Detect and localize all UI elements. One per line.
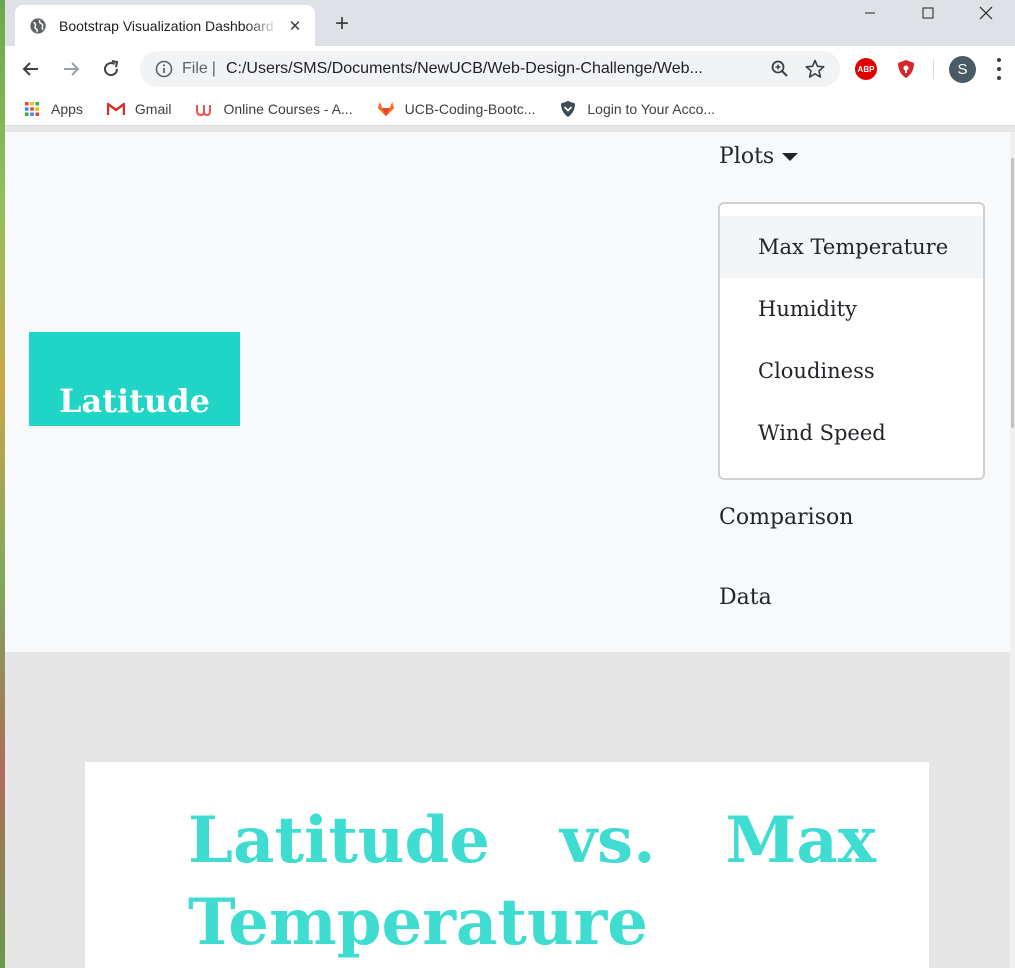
maximize-icon — [922, 7, 934, 19]
close-icon — [979, 6, 993, 20]
page-viewport: Latitude Plots Max Temperature Humidity … — [5, 132, 1015, 968]
page-title: Latitude vs. Max Temperature — [188, 803, 876, 960]
bookmark-label: Gmail — [134, 100, 172, 117]
bookmark-label: Online Courses - A... — [223, 100, 353, 117]
info-icon[interactable] — [154, 59, 174, 79]
maximize-button[interactable] — [899, 0, 957, 26]
arrow-left-icon — [22, 62, 38, 76]
navbar-brand[interactable]: Latitude — [29, 332, 240, 426]
toolbar-separator — [933, 59, 934, 79]
reload-button[interactable] — [97, 55, 125, 83]
bookmarks-bar: Apps Gmail Online Courses - A... UCB-Cod… — [5, 92, 1015, 126]
dropdown-item-max-temperature[interactable]: Max Temperature — [720, 216, 983, 278]
profile-avatar[interactable]: S — [949, 56, 976, 83]
bookmark-star-icon[interactable] — [804, 58, 826, 80]
dropdown-item-humidity[interactable]: Humidity — [720, 278, 983, 340]
dropdown-item-cloudiness[interactable]: Cloudiness — [720, 340, 983, 402]
address-bar[interactable]: File | C:/Users/SMS/Documents/NewUCB/Web… — [140, 51, 840, 87]
nav-plots-dropdown-toggle[interactable]: Plots — [719, 144, 799, 169]
bookmark-label: UCB-Coding-Bootc... — [404, 100, 536, 117]
bookmark-login[interactable]: Login to Your Acco... — [559, 100, 715, 118]
bookmark-label: Apps — [51, 100, 83, 117]
browser-menu-icon[interactable] — [993, 58, 1005, 80]
privacy-shield-extension-icon[interactable] — [895, 58, 917, 80]
shield-check-icon — [559, 100, 577, 118]
apps-grid-icon — [23, 100, 41, 118]
address-url[interactable]: C:/Users/SMS/Documents/NewUCB/Web-Design… — [226, 60, 746, 78]
plots-dropdown-menu: Max Temperature Humidity Cloudiness Wind… — [718, 202, 985, 480]
scrollbar-thumb[interactable] — [1011, 158, 1014, 428]
page-scrollbar[interactable] — [1010, 132, 1015, 968]
minimize-button[interactable] — [841, 0, 899, 26]
close-window-button[interactable] — [957, 0, 1015, 26]
gitlab-icon — [377, 100, 395, 118]
address-scheme: File — [182, 60, 208, 77]
nav-plots-label: Plots — [719, 144, 775, 169]
back-button[interactable] — [17, 55, 45, 83]
navbar: Latitude Plots Max Temperature Humidity … — [5, 132, 1010, 652]
shield-icon — [898, 60, 914, 78]
globe-icon — [30, 17, 46, 34]
browser-tab-active[interactable]: Bootstrap Visualization Dashboard ✕ — [15, 5, 315, 46]
zoom-icon[interactable] — [770, 59, 790, 79]
bookmark-online-courses[interactable]: Online Courses - A... — [195, 100, 353, 118]
tab-title: Bootstrap Visualization Dashboard — [59, 17, 274, 34]
content-card: Latitude vs. Max Temperature — [85, 762, 929, 968]
forward-button[interactable] — [57, 55, 85, 83]
dropdown-item-wind-speed[interactable]: Wind Speed — [720, 402, 983, 464]
arrow-right-icon — [64, 62, 80, 76]
window-controls — [841, 0, 1015, 30]
address-separator: | — [211, 60, 216, 77]
bookmark-apps[interactable]: Apps — [23, 100, 83, 118]
tab-close-icon[interactable]: ✕ — [285, 17, 305, 35]
browser-toolbar: File | C:/Users/SMS/Documents/NewUCB/Web… — [5, 46, 1015, 92]
browser-titlebar: Bootstrap Visualization Dashboard ✕ + — [5, 0, 1015, 46]
caret-down-icon — [782, 153, 799, 161]
nav-data[interactable]: Data — [719, 585, 772, 610]
new-tab-button[interactable]: + — [328, 10, 356, 38]
nav-comparison[interactable]: Comparison — [719, 505, 853, 530]
reload-icon — [104, 60, 119, 77]
bookmark-gmail[interactable]: Gmail — [106, 100, 172, 118]
bookmark-label: Login to Your Acco... — [587, 100, 716, 117]
minimize-icon — [865, 12, 875, 14]
udemy-icon — [195, 100, 213, 118]
gmail-icon — [106, 100, 125, 118]
adblock-extension-icon[interactable]: ABP — [855, 58, 877, 80]
bookmark-ucb-coding[interactable]: UCB-Coding-Bootc... — [377, 100, 536, 118]
